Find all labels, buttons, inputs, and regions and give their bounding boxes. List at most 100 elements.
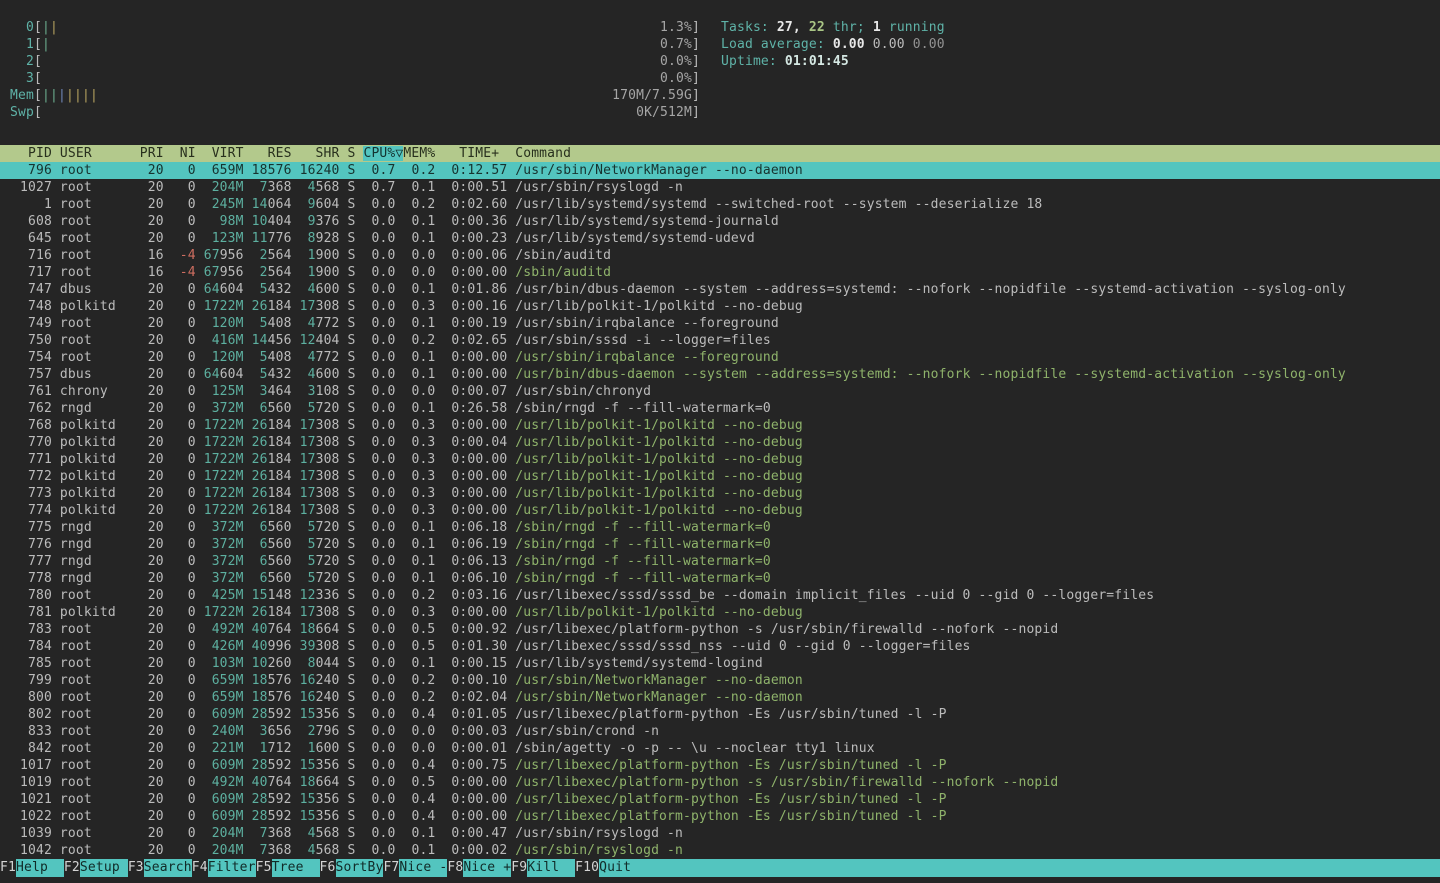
process-command: /usr/lib/polkit-1/polkitd --no-debug: [515, 503, 803, 518]
status-panel: Tasks: 27, 22 thr; 1 running Load averag…: [721, 19, 945, 70]
fn-key-f3[interactable]: F3Search: [128, 859, 192, 877]
process-command: /usr/lib/polkit-1/polkitd --no-debug: [515, 299, 803, 314]
process-row[interactable]: 773 polkitd 20 0 1722M 26184 17308 S 0.0…: [0, 485, 1440, 502]
cpu0-meter-bar: ||1.3%: [42, 19, 692, 36]
process-row[interactable]: 768 polkitd 20 0 1722M 26184 17308 S 0.0…: [0, 417, 1440, 434]
process-row[interactable]: 774 polkitd 20 0 1722M 26184 17308 S 0.0…: [0, 502, 1440, 519]
process-row[interactable]: 777 rngd 20 0 372M 6560 5720 S 0.0 0.1 0…: [0, 553, 1440, 570]
fn-key-number: F7: [383, 859, 399, 877]
memory-meter-value: 170M/7.59G: [612, 87, 692, 104]
fn-key-number: F1: [0, 859, 16, 877]
fn-key-f1[interactable]: F1Help: [0, 859, 64, 877]
process-row[interactable]: 1039 root 20 0 204M 7368 4568 S 0.0 0.1 …: [0, 825, 1440, 842]
process-row[interactable]: 750 root 20 0 416M 14456 12404 S 0.0 0.2…: [0, 332, 1440, 349]
fn-key-f2[interactable]: F2Setup: [64, 859, 128, 877]
process-row[interactable]: 762 rngd 20 0 372M 6560 5720 S 0.0 0.1 0…: [0, 400, 1440, 417]
column-header-res[interactable]: RES: [252, 146, 300, 161]
process-row[interactable]: 776 rngd 20 0 372M 6560 5720 S 0.0 0.1 0…: [0, 536, 1440, 553]
process-row[interactable]: 802 root 20 0 609M 28592 15356 S 0.0 0.4…: [0, 706, 1440, 723]
fn-key-f10[interactable]: F10Quit: [575, 859, 1440, 877]
process-command: /usr/bin/dbus-daemon --system --address=…: [515, 282, 1346, 297]
function-key-bar: F1Help F2Setup F3SearchF4FilterF5Tree F6…: [0, 859, 1440, 877]
cpu2-meter-bar: 0.0%: [42, 53, 692, 70]
process-row[interactable]: 1019 root 20 0 492M 40764 18664 S 0.0 0.…: [0, 774, 1440, 791]
fn-key-f5[interactable]: F5Tree: [256, 859, 320, 877]
process-row[interactable]: 785 root 20 0 103M 10260 8044 S 0.0 0.1 …: [0, 655, 1440, 672]
column-header-pid[interactable]: PID: [12, 146, 60, 161]
process-row[interactable]: 1027 root 20 0 204M 7368 4568 S 0.7 0.1 …: [0, 179, 1440, 196]
process-row[interactable]: 771 polkitd 20 0 1722M 26184 17308 S 0.0…: [0, 451, 1440, 468]
fn-key-f4[interactable]: F4Filter: [192, 859, 256, 877]
process-row[interactable]: 770 polkitd 20 0 1722M 26184 17308 S 0.0…: [0, 434, 1440, 451]
column-header-mem[interactable]: MEM%: [403, 146, 443, 161]
process-row[interactable]: 778 rngd 20 0 372M 6560 5720 S 0.0 0.1 0…: [0, 570, 1440, 587]
process-row[interactable]: 1 root 20 0 245M 14064 9604 S 0.0 0.2 0:…: [0, 196, 1440, 213]
process-row[interactable]: 784 root 20 0 426M 40996 39308 S 0.0 0.5…: [0, 638, 1440, 655]
threads-count: 22: [809, 19, 825, 36]
process-row[interactable]: 747 dbus 20 0 64604 5432 4600 S 0.0 0.1 …: [0, 281, 1440, 298]
running-label: running: [889, 19, 945, 36]
cpu2-meter: 2[0.0%]: [10, 53, 700, 70]
process-row[interactable]: 608 root 20 0 98M 10404 9376 S 0.0 0.1 0…: [0, 213, 1440, 230]
column-header-shr[interactable]: SHR: [300, 146, 348, 161]
load-5min: 0.00: [873, 36, 905, 53]
fn-key-f9[interactable]: F9Kill: [511, 859, 575, 877]
process-row[interactable]: 799 root 20 0 659M 18576 16240 S 0.0 0.2…: [0, 672, 1440, 689]
fn-key-f7[interactable]: F7Nice -: [383, 859, 447, 877]
column-header-command[interactable]: Command: [515, 146, 571, 161]
column-header-virt[interactable]: VIRT: [204, 146, 252, 161]
tasks-line: Tasks: 27, 22 thr; 1 running: [721, 19, 945, 36]
column-header-cpu-sorted[interactable]: CPU%▽: [363, 146, 403, 161]
column-header-user[interactable]: USER: [60, 146, 140, 161]
fn-key-label: SortBy: [336, 859, 384, 877]
process-row[interactable]: 833 root 20 0 240M 3656 2796 S 0.0 0.0 0…: [0, 723, 1440, 740]
uptime-value: 01:01:45: [785, 53, 849, 70]
fn-key-label: Help: [16, 859, 64, 877]
fn-key-label: Search: [144, 859, 192, 877]
process-command: /usr/libexec/sssd/sssd_be --domain impli…: [515, 588, 1154, 603]
process-command: /sbin/auditd: [515, 248, 611, 263]
fn-key-number: F2: [64, 859, 80, 877]
process-command: /sbin/auditd: [515, 265, 611, 280]
process-command: /sbin/agetty -o -p -- \u --noclear tty1 …: [515, 741, 874, 756]
fn-key-label: Nice -: [399, 859, 447, 877]
process-row[interactable]: 748 polkitd 20 0 1722M 26184 17308 S 0.0…: [0, 298, 1440, 315]
load-15min: 0.00: [913, 36, 945, 53]
process-row[interactable]: 800 root 20 0 659M 18576 16240 S 0.0 0.2…: [0, 689, 1440, 706]
process-row[interactable]: 1021 root 20 0 609M 28592 15356 S 0.0 0.…: [0, 791, 1440, 808]
fn-key-f8[interactable]: F8Nice +: [447, 859, 511, 877]
process-row[interactable]: 761 chrony 20 0 125M 3464 3108 S 0.0 0.0…: [0, 383, 1440, 400]
process-row[interactable]: 772 polkitd 20 0 1722M 26184 17308 S 0.0…: [0, 468, 1440, 485]
process-command: /usr/lib/polkit-1/polkitd --no-debug: [515, 486, 803, 501]
process-row[interactable]: 1017 root 20 0 609M 28592 15356 S 0.0 0.…: [0, 757, 1440, 774]
column-header-pri[interactable]: PRI: [140, 146, 172, 161]
process-row[interactable]: 717 root 16 -4 67956 2564 1900 S 0.0 0.0…: [0, 264, 1440, 281]
process-row[interactable]: 1042 root 20 0 204M 7368 4568 S 0.0 0.1 …: [0, 842, 1440, 859]
process-command: /sbin/rngd -f --fill-watermark=0: [515, 554, 771, 569]
process-command: /usr/lib/polkit-1/polkitd --no-debug: [515, 605, 803, 620]
thr-label: thr;: [833, 19, 865, 36]
process-command: /usr/lib/systemd/systemd --switched-root…: [515, 197, 1042, 212]
process-command: /usr/libexec/sssd/sssd_nss --uid 0 --gid…: [515, 639, 970, 654]
process-row[interactable]: 775 rngd 20 0 372M 6560 5720 S 0.0 0.1 0…: [0, 519, 1440, 536]
process-row[interactable]: 1022 root 20 0 609M 28592 15356 S 0.0 0.…: [0, 808, 1440, 825]
process-row[interactable]: 780 root 20 0 425M 15148 12336 S 0.0 0.2…: [0, 587, 1440, 604]
process-command: /usr/lib/systemd/systemd-journald: [515, 214, 779, 229]
process-row[interactable]: 716 root 16 -4 67956 2564 1900 S 0.0 0.0…: [0, 247, 1440, 264]
process-row[interactable]: 754 root 20 0 120M 5408 4772 S 0.0 0.1 0…: [0, 349, 1440, 366]
process-row[interactable]: 757 dbus 20 0 64604 5432 4600 S 0.0 0.1 …: [0, 366, 1440, 383]
process-row[interactable]: 783 root 20 0 492M 40764 18664 S 0.0 0.5…: [0, 621, 1440, 638]
process-row[interactable]: 645 root 20 0 123M 11776 8928 S 0.0 0.1 …: [0, 230, 1440, 247]
process-row[interactable]: 781 polkitd 20 0 1722M 26184 17308 S 0.0…: [0, 604, 1440, 621]
process-command: /usr/sbin/irqbalance --foreground: [515, 350, 779, 365]
process-command: /usr/libexec/platform-python -Es /usr/sb…: [515, 792, 946, 807]
fn-key-f6[interactable]: F6SortBy: [320, 859, 384, 877]
column-header-ni[interactable]: NI: [172, 146, 204, 161]
process-command: /sbin/rngd -f --fill-watermark=0: [515, 401, 771, 416]
process-row[interactable]: 796 root 20 0 659M 18576 16240 S 0.7 0.2…: [0, 162, 1440, 179]
process-command: /usr/sbin/irqbalance --foreground: [515, 316, 779, 331]
column-header-s[interactable]: S: [347, 146, 363, 161]
process-row[interactable]: 842 root 20 0 221M 1712 1600 S 0.0 0.0 0…: [0, 740, 1440, 757]
column-header-time[interactable]: TIME+: [443, 146, 515, 161]
process-row[interactable]: 749 root 20 0 120M 5408 4772 S 0.0 0.1 0…: [0, 315, 1440, 332]
